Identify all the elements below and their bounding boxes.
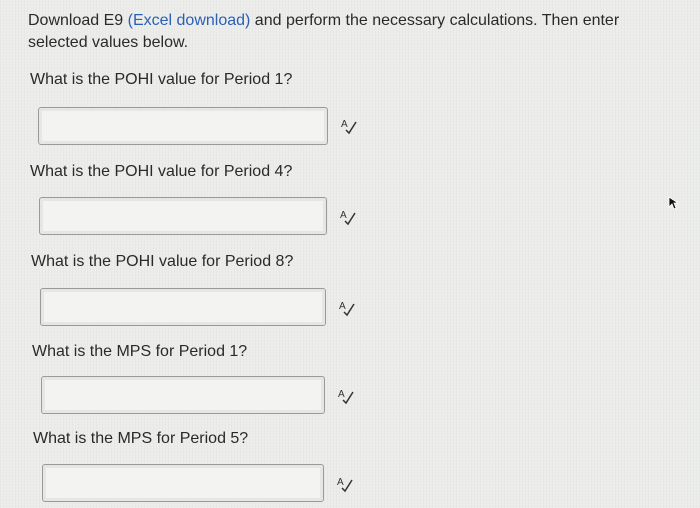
spell-check-icon[interactable]: A [336,475,354,493]
svg-text:A: A [338,389,345,400]
question-label-mps-period-5: What is the MPS for Period 5? [33,430,249,447]
spell-check-icon[interactable]: A [339,208,357,226]
question-label-mps-period-1: What is the MPS for Period 1? [32,343,248,360]
svg-text:A: A [340,210,347,221]
instructions-text: Download E9 (Excel download) and perform… [28,10,678,54]
instructions-prefix: Download E9 [28,12,128,29]
spell-check-icon[interactable]: A [340,117,358,135]
question-label-pohi-period-1: What is the POHI value for Period 1? [30,71,293,88]
svg-text:A: A [339,301,346,312]
svg-text:A: A [337,477,344,488]
answer-input-pohi-period-4[interactable] [39,197,327,235]
answer-input-mps-period-5[interactable] [42,464,324,502]
answer-input-pohi-period-8[interactable] [40,288,326,326]
spell-check-icon[interactable]: A [337,387,355,405]
answer-input-pohi-period-1[interactable] [38,107,328,145]
svg-text:A: A [341,119,348,130]
question-label-pohi-period-4: What is the POHI value for Period 4? [30,163,293,180]
mouse-cursor-icon [667,196,681,210]
spell-check-icon[interactable]: A [338,299,356,317]
question-label-pohi-period-8: What is the POHI value for Period 8? [31,253,294,270]
answer-input-mps-period-1[interactable] [41,376,325,414]
excel-download-link[interactable]: (Excel download) [128,12,251,29]
